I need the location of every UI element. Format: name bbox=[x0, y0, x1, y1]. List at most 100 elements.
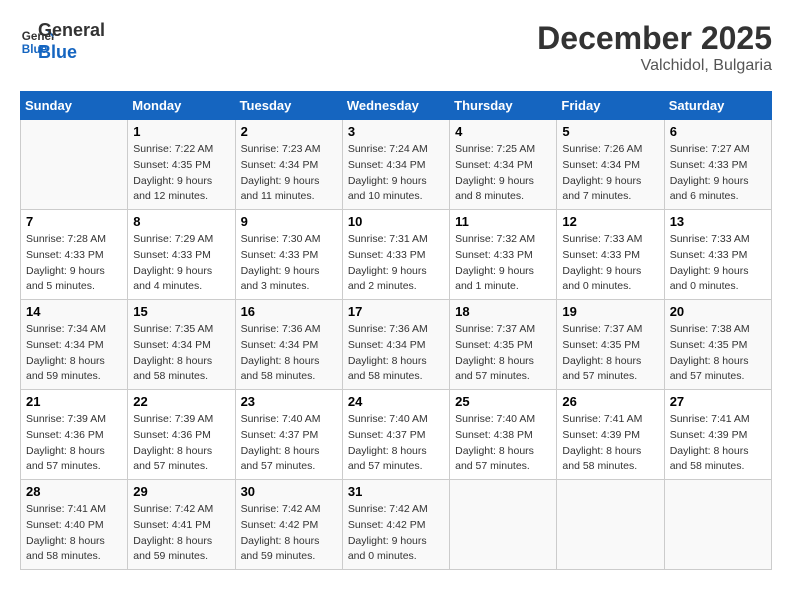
header: General Blue General Blue December 2025 … bbox=[20, 20, 772, 75]
day-number: 23 bbox=[241, 394, 337, 409]
calendar-cell bbox=[450, 480, 557, 570]
day-number: 11 bbox=[455, 214, 551, 229]
day-number: 22 bbox=[133, 394, 229, 409]
logo: General Blue General Blue bbox=[20, 20, 105, 63]
day-number: 19 bbox=[562, 304, 658, 319]
day-number: 27 bbox=[670, 394, 766, 409]
day-number: 24 bbox=[348, 394, 444, 409]
calendar-cell: 10Sunrise: 7:31 AMSunset: 4:33 PMDayligh… bbox=[342, 210, 449, 300]
calendar-week-3: 14 Sunrise: 7:34 AMSunset: 4:34 PMDayligh… bbox=[21, 300, 772, 390]
day-info: Sunrise: 7:33 AMSunset: 4:33 PMDaylight:… bbox=[670, 232, 766, 295]
day-number: 17 bbox=[348, 304, 444, 319]
title-area: December 2025 Valchidol, Bulgaria bbox=[537, 20, 772, 75]
calendar-cell: 1 Sunrise: 7:22 AMSunset: 4:35 PMDaylight… bbox=[128, 120, 235, 210]
day-number: 13 bbox=[670, 214, 766, 229]
day-info: Sunrise: 7:30 AMSunset: 4:33 PMDaylight:… bbox=[241, 232, 337, 295]
day-number: 8 bbox=[133, 214, 229, 229]
day-info: Sunrise: 7:40 AMSunset: 4:38 PMDaylight:… bbox=[455, 412, 551, 475]
day-info: Sunrise: 7:37 AMSunset: 4:35 PMDaylight:… bbox=[455, 322, 551, 385]
calendar-cell bbox=[557, 480, 664, 570]
calendar-cell: 30 Sunrise: 7:42 AMSunset: 4:42 PMDayligh… bbox=[235, 480, 342, 570]
logo-general: General bbox=[38, 20, 105, 42]
calendar-cell: 29Sunrise: 7:42 AMSunset: 4:41 PMDayligh… bbox=[128, 480, 235, 570]
day-number: 4 bbox=[455, 124, 551, 139]
calendar-week-2: 7 Sunrise: 7:28 AMSunset: 4:33 PMDaylight… bbox=[21, 210, 772, 300]
day-info: Sunrise: 7:39 AMSunset: 4:36 PMDaylight:… bbox=[26, 412, 122, 475]
day-info: Sunrise: 7:41 AMSunset: 4:39 PMDaylight:… bbox=[562, 412, 658, 475]
day-info: Sunrise: 7:33 AMSunset: 4:33 PMDaylight:… bbox=[562, 232, 658, 295]
day-number: 26 bbox=[562, 394, 658, 409]
location-title: Valchidol, Bulgaria bbox=[537, 57, 772, 75]
day-number: 14 bbox=[26, 304, 122, 319]
day-info: Sunrise: 7:32 AMSunset: 4:33 PMDaylight:… bbox=[455, 232, 551, 295]
calendar-cell: 20 Sunrise: 7:38 AMSunset: 4:35 PMDayligh… bbox=[664, 300, 771, 390]
calendar-cell bbox=[664, 480, 771, 570]
weekday-header-friday: Friday bbox=[557, 92, 664, 120]
weekday-header-row: SundayMondayTuesdayWednesdayThursdayFrid… bbox=[21, 92, 772, 120]
calendar-week-1: 1 Sunrise: 7:22 AMSunset: 4:35 PMDaylight… bbox=[21, 120, 772, 210]
calendar-cell: 28Sunrise: 7:41 AMSunset: 4:40 PMDayligh… bbox=[21, 480, 128, 570]
day-info: Sunrise: 7:28 AMSunset: 4:33 PMDaylight:… bbox=[26, 232, 122, 295]
day-info: Sunrise: 7:42 AMSunset: 4:41 PMDaylight:… bbox=[133, 502, 229, 565]
weekday-header-wednesday: Wednesday bbox=[342, 92, 449, 120]
calendar-cell: 17Sunrise: 7:36 AMSunset: 4:34 PMDayligh… bbox=[342, 300, 449, 390]
day-info: Sunrise: 7:40 AMSunset: 4:37 PMDaylight:… bbox=[241, 412, 337, 475]
weekday-header-sunday: Sunday bbox=[21, 92, 128, 120]
day-number: 20 bbox=[670, 304, 766, 319]
calendar-cell bbox=[21, 120, 128, 210]
calendar-cell: 25 Sunrise: 7:40 AMSunset: 4:38 PMDayligh… bbox=[450, 390, 557, 480]
calendar-cell: 15 Sunrise: 7:35 AMSunset: 4:34 PMDayligh… bbox=[128, 300, 235, 390]
calendar-cell: 26 Sunrise: 7:41 AMSunset: 4:39 PMDayligh… bbox=[557, 390, 664, 480]
day-info: Sunrise: 7:34 AMSunset: 4:34 PMDaylight:… bbox=[26, 322, 122, 385]
calendar-cell: 8Sunrise: 7:29 AMSunset: 4:33 PMDaylight… bbox=[128, 210, 235, 300]
day-number: 2 bbox=[241, 124, 337, 139]
day-number: 9 bbox=[241, 214, 337, 229]
calendar-cell: 24 Sunrise: 7:40 AMSunset: 4:37 PMDayligh… bbox=[342, 390, 449, 480]
day-info: Sunrise: 7:42 AMSunset: 4:42 PMDaylight:… bbox=[348, 502, 444, 565]
calendar-week-4: 21Sunrise: 7:39 AMSunset: 4:36 PMDayligh… bbox=[21, 390, 772, 480]
weekday-header-monday: Monday bbox=[128, 92, 235, 120]
calendar-cell: 18 Sunrise: 7:37 AMSunset: 4:35 PMDayligh… bbox=[450, 300, 557, 390]
day-number: 25 bbox=[455, 394, 551, 409]
day-info: Sunrise: 7:42 AMSunset: 4:42 PMDaylight:… bbox=[241, 502, 337, 565]
day-number: 1 bbox=[133, 124, 229, 139]
day-number: 16 bbox=[241, 304, 337, 319]
calendar-cell: 23 Sunrise: 7:40 AMSunset: 4:37 PMDayligh… bbox=[235, 390, 342, 480]
calendar-cell: 19Sunrise: 7:37 AMSunset: 4:35 PMDayligh… bbox=[557, 300, 664, 390]
day-number: 31 bbox=[348, 484, 444, 499]
calendar-cell: 14 Sunrise: 7:34 AMSunset: 4:34 PMDayligh… bbox=[21, 300, 128, 390]
day-number: 12 bbox=[562, 214, 658, 229]
weekday-header-tuesday: Tuesday bbox=[235, 92, 342, 120]
calendar-cell: 13 Sunrise: 7:33 AMSunset: 4:33 PMDayligh… bbox=[664, 210, 771, 300]
day-info: Sunrise: 7:24 AMSunset: 4:34 PMDaylight:… bbox=[348, 142, 444, 205]
day-number: 3 bbox=[348, 124, 444, 139]
month-title: December 2025 bbox=[537, 20, 772, 57]
day-number: 15 bbox=[133, 304, 229, 319]
logo-blue: Blue bbox=[38, 42, 105, 64]
day-number: 18 bbox=[455, 304, 551, 319]
day-info: Sunrise: 7:26 AMSunset: 4:34 PMDaylight:… bbox=[562, 142, 658, 205]
weekday-header-thursday: Thursday bbox=[450, 92, 557, 120]
day-info: Sunrise: 7:22 AMSunset: 4:35 PMDaylight:… bbox=[133, 142, 229, 205]
day-info: Sunrise: 7:23 AMSunset: 4:34 PMDaylight:… bbox=[241, 142, 337, 205]
calendar-cell: 2 Sunrise: 7:23 AMSunset: 4:34 PMDaylight… bbox=[235, 120, 342, 210]
calendar-cell: 7 Sunrise: 7:28 AMSunset: 4:33 PMDaylight… bbox=[21, 210, 128, 300]
day-number: 7 bbox=[26, 214, 122, 229]
day-number: 28 bbox=[26, 484, 122, 499]
calendar-cell: 12 Sunrise: 7:33 AMSunset: 4:33 PMDayligh… bbox=[557, 210, 664, 300]
day-info: Sunrise: 7:35 AMSunset: 4:34 PMDaylight:… bbox=[133, 322, 229, 385]
calendar-cell: 6 Sunrise: 7:27 AMSunset: 4:33 PMDaylight… bbox=[664, 120, 771, 210]
calendar-cell: 3 Sunrise: 7:24 AMSunset: 4:34 PMDaylight… bbox=[342, 120, 449, 210]
calendar-table: SundayMondayTuesdayWednesdayThursdayFrid… bbox=[20, 91, 772, 570]
day-number: 30 bbox=[241, 484, 337, 499]
weekday-header-saturday: Saturday bbox=[664, 92, 771, 120]
calendar-cell: 22Sunrise: 7:39 AMSunset: 4:36 PMDayligh… bbox=[128, 390, 235, 480]
day-number: 6 bbox=[670, 124, 766, 139]
day-info: Sunrise: 7:27 AMSunset: 4:33 PMDaylight:… bbox=[670, 142, 766, 205]
day-info: Sunrise: 7:40 AMSunset: 4:37 PMDaylight:… bbox=[348, 412, 444, 475]
calendar-cell: 21Sunrise: 7:39 AMSunset: 4:36 PMDayligh… bbox=[21, 390, 128, 480]
day-info: Sunrise: 7:31 AMSunset: 4:33 PMDaylight:… bbox=[348, 232, 444, 295]
calendar-week-5: 28Sunrise: 7:41 AMSunset: 4:40 PMDayligh… bbox=[21, 480, 772, 570]
calendar-cell: 9 Sunrise: 7:30 AMSunset: 4:33 PMDaylight… bbox=[235, 210, 342, 300]
day-info: Sunrise: 7:38 AMSunset: 4:35 PMDaylight:… bbox=[670, 322, 766, 385]
